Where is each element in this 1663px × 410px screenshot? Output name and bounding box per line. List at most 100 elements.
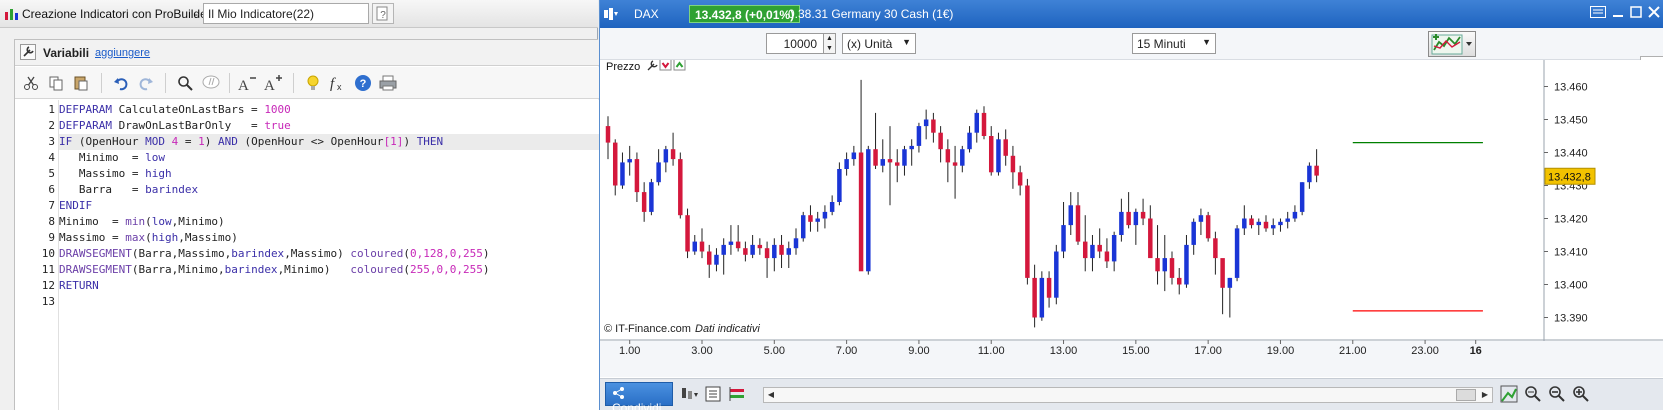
code-line: Minimo = min(low,Minimo) xyxy=(59,214,599,230)
candle xyxy=(649,178,654,216)
chart-style-icon[interactable] xyxy=(680,385,698,403)
zoom-in-icon[interactable] xyxy=(1572,385,1590,403)
candle xyxy=(1133,208,1139,245)
add-indicator-button[interactable] xyxy=(1428,31,1476,57)
comment-icon[interactable] xyxy=(201,74,221,92)
quantity-field[interactable]: 10000 xyxy=(766,33,824,54)
candle xyxy=(829,195,835,216)
candle-body xyxy=(829,202,835,212)
zoom-out-icon[interactable] xyxy=(1548,385,1566,403)
candle xyxy=(1176,268,1182,295)
candle-body xyxy=(1191,221,1196,245)
redo-icon[interactable] xyxy=(136,74,156,92)
candle-body xyxy=(858,152,864,272)
indicator-name-field[interactable]: Il Mio Indicatore(22) xyxy=(203,3,369,24)
autoscale-icon[interactable] xyxy=(1500,385,1518,403)
paste-icon[interactable] xyxy=(71,74,91,92)
chart-status-bar: Condividi ◀ ▶ xyxy=(600,378,1663,410)
zoom-range-icon[interactable] xyxy=(1524,385,1542,403)
help-button[interactable]: ? xyxy=(372,3,394,24)
code-number: 255,0,0,255 xyxy=(410,263,483,276)
unit-select[interactable]: (x) Unità ▼ xyxy=(842,33,916,54)
minimize-icon[interactable] xyxy=(1610,6,1626,22)
y-tick-label: 13.410 xyxy=(1554,247,1588,259)
share-button[interactable]: Condividi xyxy=(605,382,673,410)
candle-body xyxy=(1061,225,1066,252)
candle-body xyxy=(916,126,922,146)
copy-icon[interactable] xyxy=(46,74,66,92)
close-icon[interactable] xyxy=(1646,6,1662,22)
chevron-down-icon: ▼ xyxy=(1202,37,1211,47)
candle-body xyxy=(757,244,763,249)
code-text: Massimo = xyxy=(59,167,146,180)
line-number: 8 xyxy=(48,215,55,228)
y-tick-label: 13.400 xyxy=(1554,280,1588,292)
candle xyxy=(1010,145,1016,189)
candles xyxy=(605,79,1319,328)
svg-text:x: x xyxy=(337,82,342,92)
candle xyxy=(1155,225,1160,285)
cut-icon[interactable] xyxy=(21,74,41,92)
candle-body xyxy=(1184,244,1189,285)
candle-body xyxy=(1176,277,1182,285)
code-editor[interactable]: 1 2 3 4 5 6 7 8 9 10 11 12 13 DEFPARAM C… xyxy=(15,100,599,410)
candle-body xyxy=(1198,215,1204,222)
candle xyxy=(1054,244,1059,305)
candle-body xyxy=(772,244,777,259)
scroll-thumb[interactable] xyxy=(1456,389,1476,401)
panel-expand-icon[interactable] xyxy=(673,60,686,71)
candle xyxy=(887,126,893,206)
code-number: 1 xyxy=(198,135,205,148)
undo-icon[interactable] xyxy=(111,74,131,92)
candlestick-chart[interactable]: 13.46013.45013.44013.43013.42013.41013.4… xyxy=(600,60,1663,377)
candle-body xyxy=(866,149,871,272)
wrench-icon[interactable] xyxy=(20,44,36,60)
price-chart-area[interactable]: 13.460 13.450 13.440 13.430 13.420 13.410 13.4… xyxy=(600,60,1663,377)
increase-font-icon[interactable]: A xyxy=(263,74,283,92)
candle xyxy=(873,112,878,169)
code-text: Barra = xyxy=(59,183,146,196)
list-icon[interactable] xyxy=(704,385,722,403)
chart-symbol[interactable]: DAX xyxy=(634,7,659,21)
print-icon[interactable] xyxy=(378,74,398,92)
code-line-current: IF (OpenHour MOD 4 = 1) AND (OpenHour <>… xyxy=(59,134,599,150)
candle xyxy=(1017,165,1023,196)
scroll-right-arrow[interactable]: ▶ xyxy=(1478,388,1492,402)
horizontal-scrollbar[interactable]: ◀ ▶ xyxy=(763,387,1493,403)
search-icon[interactable] xyxy=(175,74,195,92)
timeframe-select[interactable]: 15 Minuti ▼ xyxy=(1132,33,1216,54)
idea-icon[interactable] xyxy=(303,74,323,92)
quantity-stepper[interactable]: ▲ ▼ xyxy=(824,33,836,54)
indicator-segments xyxy=(1352,141,1483,312)
x-tick-label: 11.00 xyxy=(978,345,1005,357)
code-function: coloured xyxy=(350,247,404,260)
candle xyxy=(699,228,705,259)
code-line: DEFPARAM CalculateOnLastBars = 1000 xyxy=(59,102,599,118)
svg-text:?: ? xyxy=(380,10,386,21)
code-keyword: high xyxy=(145,167,172,180)
candle xyxy=(1148,205,1153,259)
decrease-font-icon[interactable]: A xyxy=(237,74,257,92)
candle-body xyxy=(1068,205,1074,226)
candle-body xyxy=(620,162,625,186)
maximize-icon[interactable] xyxy=(1628,6,1644,22)
candle xyxy=(627,145,632,176)
function-icon[interactable]: fx xyxy=(328,74,348,92)
candle xyxy=(822,205,828,229)
panel-close-icon[interactable] xyxy=(659,60,672,71)
x-tick-label: 7.00 xyxy=(836,345,857,357)
x-tick-label: 16 xyxy=(1470,345,1482,357)
candle xyxy=(837,162,842,206)
scroll-left-arrow[interactable]: ◀ xyxy=(764,388,778,402)
add-variable-link[interactable]: aggiungere xyxy=(95,47,150,59)
keyboard-icon[interactable] xyxy=(1590,6,1606,22)
candle xyxy=(764,241,770,278)
code-line: DEFPARAM DrawOnLastBarOnly = true xyxy=(59,118,599,134)
candle xyxy=(909,139,914,166)
help-icon[interactable]: ? xyxy=(353,74,373,92)
chart-menu-icon[interactable] xyxy=(604,8,618,20)
code-number: true xyxy=(264,119,291,132)
drawing-tools-icon[interactable] xyxy=(728,385,746,403)
candle-body xyxy=(1054,251,1059,298)
code-keyword: DEFPARAM xyxy=(59,119,112,132)
